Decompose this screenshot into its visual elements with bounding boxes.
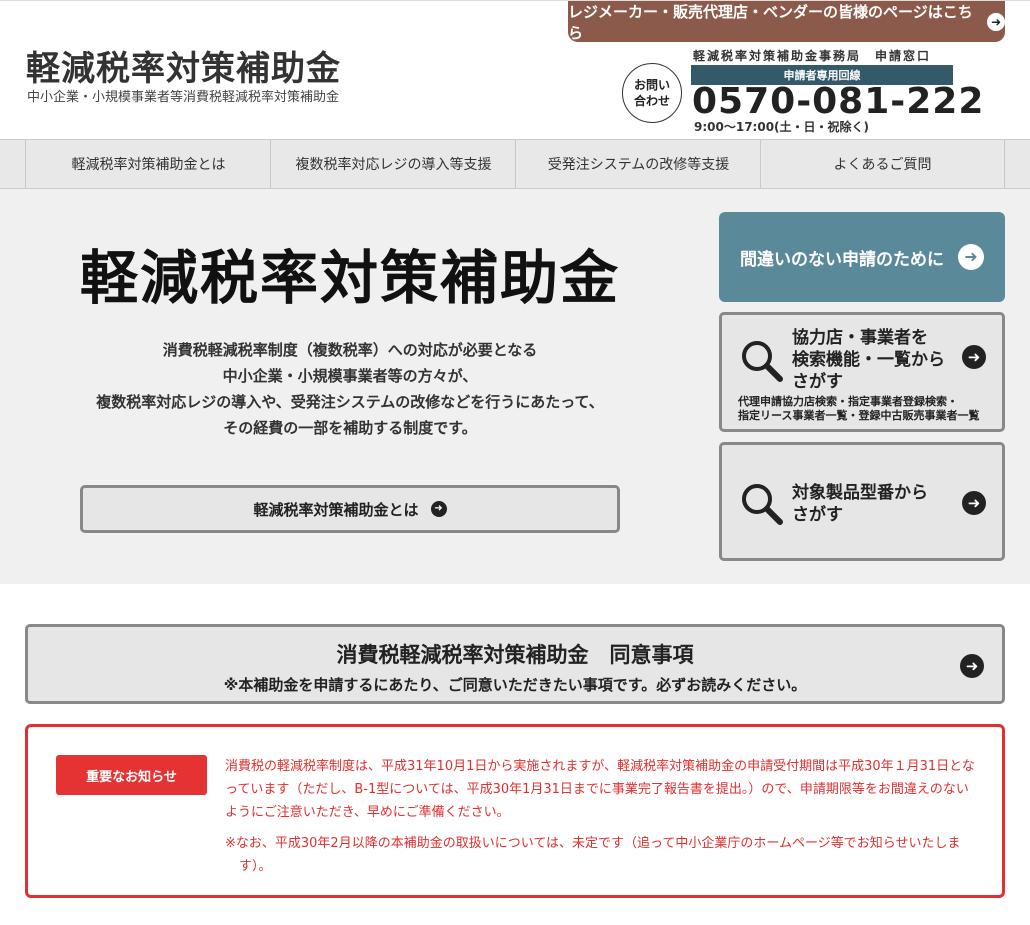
hero-section: 軽減税率対策補助金 消費税軽減税率制度（複数税率）への対応が必要となる 中小企業… xyxy=(0,189,1030,584)
arrow-right-icon: ➜ xyxy=(958,244,984,270)
hero-line: 複数税率対応レジの導入や、受発注システムの改修などを行うにあたって、 xyxy=(96,393,604,411)
arrow-right-icon: ➜ xyxy=(962,491,986,515)
arrow-right-icon: ➜ xyxy=(987,12,1005,31)
vendor-page-link[interactable]: レジメーカー・販売代理店・ベンダーの皆様のページはこちら ➜ xyxy=(568,1,1005,42)
notice-badge: 重要なお知らせ xyxy=(56,755,207,795)
site-title[interactable]: 軽減税率対策補助金 xyxy=(26,41,341,90)
search-partners-detail: 代理申請協力店検索・指定事業者登録検索・ 指定リース事業者一覧・登録中古販売事業… xyxy=(738,395,979,423)
global-nav: 軽減税率対策補助金とは 複数税率対応レジの導入等支援 受発注システムの改修等支援… xyxy=(0,139,1030,189)
vendor-page-link-label: レジメーカー・販売代理店・ベンダーの皆様のページはこちら xyxy=(568,2,973,42)
label-line: 対象製品型番から xyxy=(792,483,928,503)
search-icon xyxy=(742,341,783,382)
arrow-right-icon: ➜ xyxy=(430,501,447,517)
office-name: 軽減税率対策補助金事務局 申請窓口 xyxy=(693,49,932,63)
hero-line: 中小企業・小規模事業者等の方々が、 xyxy=(222,367,478,385)
about-subsidy-button-label: 軽減税率対策補助金とは xyxy=(253,500,419,519)
nav-item-ordering-system[interactable]: 受発注システムの改修等支援 xyxy=(515,140,761,188)
label-line: さがす xyxy=(792,372,843,392)
agreement-title: 消費税軽減税率対策補助金 同意事項 xyxy=(336,643,694,667)
business-hours: 9:00～17:00(土・日・祝除く) xyxy=(694,120,870,134)
label-line: さがす xyxy=(792,505,843,525)
hero-description: 消費税軽減税率制度（複数税率）への対応が必要となる 中小企業・小規模事業者等の方… xyxy=(60,337,640,441)
label-line: 協力店・事業者を xyxy=(792,328,928,348)
search-products-button[interactable]: 対象製品型番から さがす ➜ xyxy=(719,442,1005,561)
notice-note: ※なお、平成30年2月以降の本補助金の取扱いについては、未定です（追って中小企業… xyxy=(225,836,961,874)
label-line: 検索機能・一覧から xyxy=(792,350,945,370)
nav-item-register[interactable]: 複数税率対応レジの導入等支援 xyxy=(270,140,516,188)
nav-item-faq[interactable]: よくあるご質問 xyxy=(760,140,1005,188)
site-header: レジメーカー・販売代理店・ベンダーの皆様のページはこちら ➜ 軽減税率対策補助金… xyxy=(0,0,1030,139)
inquiry-line2: 合わせ xyxy=(633,94,670,108)
detail-line: 代理申請協力店検索・指定事業者登録検索・ xyxy=(738,395,958,408)
search-partners-label: 協力店・事業者を 検索機能・一覧から さがす xyxy=(792,327,945,393)
arrow-right-icon: ➜ xyxy=(960,654,984,678)
hero-line: その経費の一部を補助する制度です。 xyxy=(223,419,477,437)
hero-title: 軽減税率対策補助金 xyxy=(80,244,621,312)
correct-application-label: 間違いのない申請のために xyxy=(740,249,944,270)
inquiry-line1: お問い xyxy=(633,77,670,92)
about-subsidy-button[interactable]: 軽減税率対策補助金とは ➜ xyxy=(80,485,620,533)
agreement-button[interactable]: 消費税軽減税率対策補助金 同意事項 ※本補助金を申請するにあたり、ご同意いただき… xyxy=(25,624,1005,704)
site-subtitle: 中小企業・小規模事業者等消費税軽減税率対策補助金 xyxy=(27,90,340,105)
hero-line: 消費税軽減税率制度（複数税率）への対応が必要となる xyxy=(162,341,538,359)
detail-line: 指定リース事業者一覧・登録中古販売事業者一覧 xyxy=(738,409,980,422)
phone-number[interactable]: 0570-081-222 xyxy=(692,81,984,122)
search-icon xyxy=(742,484,783,525)
search-partners-button[interactable]: 協力店・事業者を 検索機能・一覧から さがす 代理申請協力店検索・指定事業者登録… xyxy=(719,312,1005,432)
important-notice: 重要なお知らせ 消費税の軽減税率制度は、平成31年10月1日から実施されますが、… xyxy=(25,724,1005,898)
correct-application-button[interactable]: 間違いのない申請のために ➜ xyxy=(719,212,1005,302)
nav-item-about[interactable]: 軽減税率対策補助金とは xyxy=(25,140,271,188)
inquiry-badge: お問い 合わせ xyxy=(622,63,682,123)
arrow-right-icon: ➜ xyxy=(962,345,986,369)
notice-body: 消費税の軽減税率制度は、平成31年10月1日から実施されますが、軽減税率対策補助… xyxy=(225,755,975,878)
agreement-subtitle: ※本補助金を申請するにあたり、ご同意いただきたい事項です。必ずお読みください。 xyxy=(223,676,807,694)
notice-text: 消費税の軽減税率制度は、平成31年10月1日から実施されますが、軽減税率対策補助… xyxy=(225,759,975,820)
search-products-label: 対象製品型番から さがす xyxy=(792,482,928,526)
